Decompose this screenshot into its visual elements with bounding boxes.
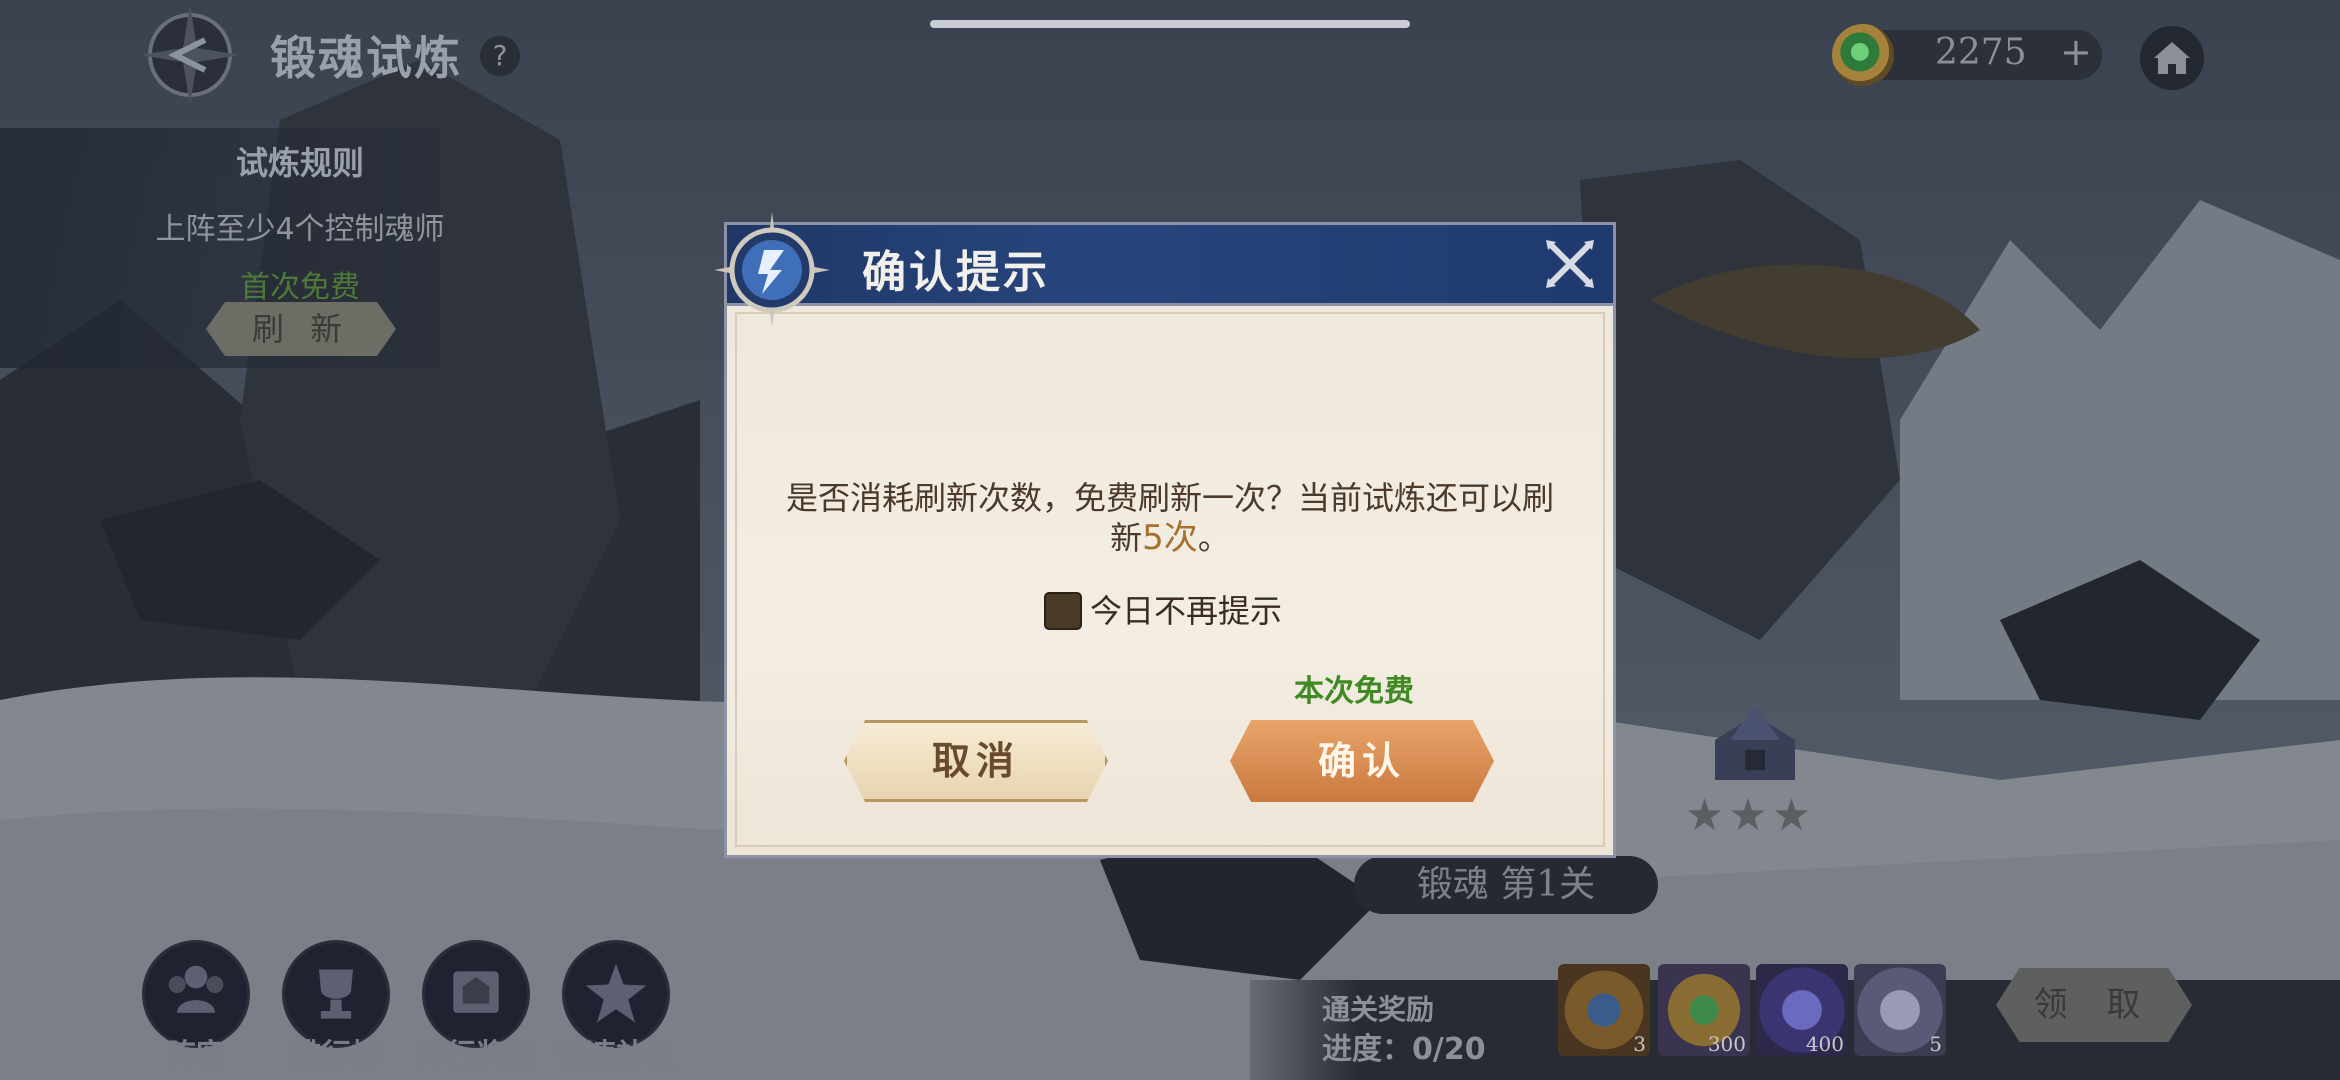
confirm-button[interactable]: 确认 bbox=[1230, 720, 1494, 802]
dialog-message: 是否消耗刷新次数，免费刷新一次？当前试炼还可以刷 新5次。 bbox=[784, 478, 1556, 558]
claim-button[interactable]: 领 取 bbox=[1996, 968, 2192, 1042]
page-title: 锻魂试炼 bbox=[270, 31, 462, 85]
cancel-label: 取消 bbox=[931, 739, 1020, 783]
dialog-message-line: 新 bbox=[1110, 519, 1143, 557]
quick-star-label: 快速补星 bbox=[556, 1038, 676, 1073]
stage-chest-icon[interactable] bbox=[1700, 700, 1810, 790]
reward-qty: 400 bbox=[1805, 1032, 1844, 1056]
dialog-title: 确认提示 bbox=[862, 247, 1050, 298]
help-button[interactable]: ? bbox=[480, 36, 520, 76]
quick-star-button[interactable]: 快速补星 bbox=[556, 940, 676, 1080]
reward-item-soul-ring[interactable]: 3 bbox=[1558, 964, 1650, 1056]
reward-item-green-orb[interactable]: 300 bbox=[1658, 964, 1750, 1056]
home-button[interactable] bbox=[2140, 26, 2204, 90]
currency-value: 2275 bbox=[1935, 32, 2027, 73]
dialog-message-line: 是否消耗刷新次数，免费刷新一次？当前试炼还可以刷 bbox=[785, 479, 1554, 517]
reward-qty: 300 bbox=[1707, 1032, 1746, 1056]
dialog-header bbox=[724, 222, 1616, 306]
dialog-compass-icon bbox=[714, 212, 830, 328]
free-note: 本次免费 bbox=[1294, 674, 1414, 709]
leaderboard-button[interactable]: 排行榜 bbox=[276, 940, 396, 1080]
reward-qty: 5 bbox=[1929, 1032, 1942, 1056]
team-label: 阵容 bbox=[166, 1038, 226, 1073]
reward-item-crystal[interactable]: 400 bbox=[1756, 964, 1848, 1056]
refresh-button[interactable]: 刷 新 bbox=[206, 302, 396, 356]
rules-title: 试炼规则 bbox=[235, 144, 364, 182]
reward-progress: 进度：0/20 bbox=[1322, 1032, 1486, 1067]
green-orb-icon bbox=[1832, 24, 1894, 86]
team-button[interactable]: 阵容 bbox=[136, 940, 256, 1080]
cancel-button[interactable]: 取消 bbox=[844, 720, 1108, 802]
close-icon[interactable] bbox=[1540, 234, 1600, 294]
ranking-reward-label: 排行奖励 bbox=[416, 1038, 536, 1073]
stage-label: 锻魂 第1关 bbox=[1354, 856, 1658, 914]
leaderboard-label: 排行榜 bbox=[291, 1038, 381, 1073]
dialog-message-end: 。 bbox=[1197, 519, 1230, 557]
rules-requirement: 上阵至少4个控制魂师 bbox=[155, 212, 445, 247]
home-icon bbox=[2154, 42, 2190, 74]
confirm-dialog: 确认提示 是否消耗刷新次数，免费刷新一次？当前试炼还可以刷 新5次。 今日不再提… bbox=[714, 212, 1616, 858]
rules-first-free: 首次免费 bbox=[240, 270, 360, 305]
reward-item-soul-shard[interactable]: 5 bbox=[1854, 964, 1946, 1056]
reward-qty: 3 bbox=[1633, 1032, 1646, 1056]
refresh-count-highlight: 5次 bbox=[1142, 518, 1198, 558]
reward-title: 通关奖励 bbox=[1322, 993, 1435, 1026]
stage-stars: ★★★ bbox=[1684, 790, 1816, 841]
forge-soul-emblem-icon bbox=[140, 5, 240, 105]
ranking-reward-button[interactable]: 排行奖励 bbox=[416, 940, 536, 1080]
dont-remind-checkbox[interactable] bbox=[1044, 592, 1082, 630]
dont-remind-label[interactable]: 今日不再提示 bbox=[1090, 592, 1282, 630]
add-currency-button[interactable]: + bbox=[2060, 30, 2092, 74]
home-indicator[interactable] bbox=[930, 20, 1410, 28]
confirm-label: 确认 bbox=[1317, 739, 1406, 783]
